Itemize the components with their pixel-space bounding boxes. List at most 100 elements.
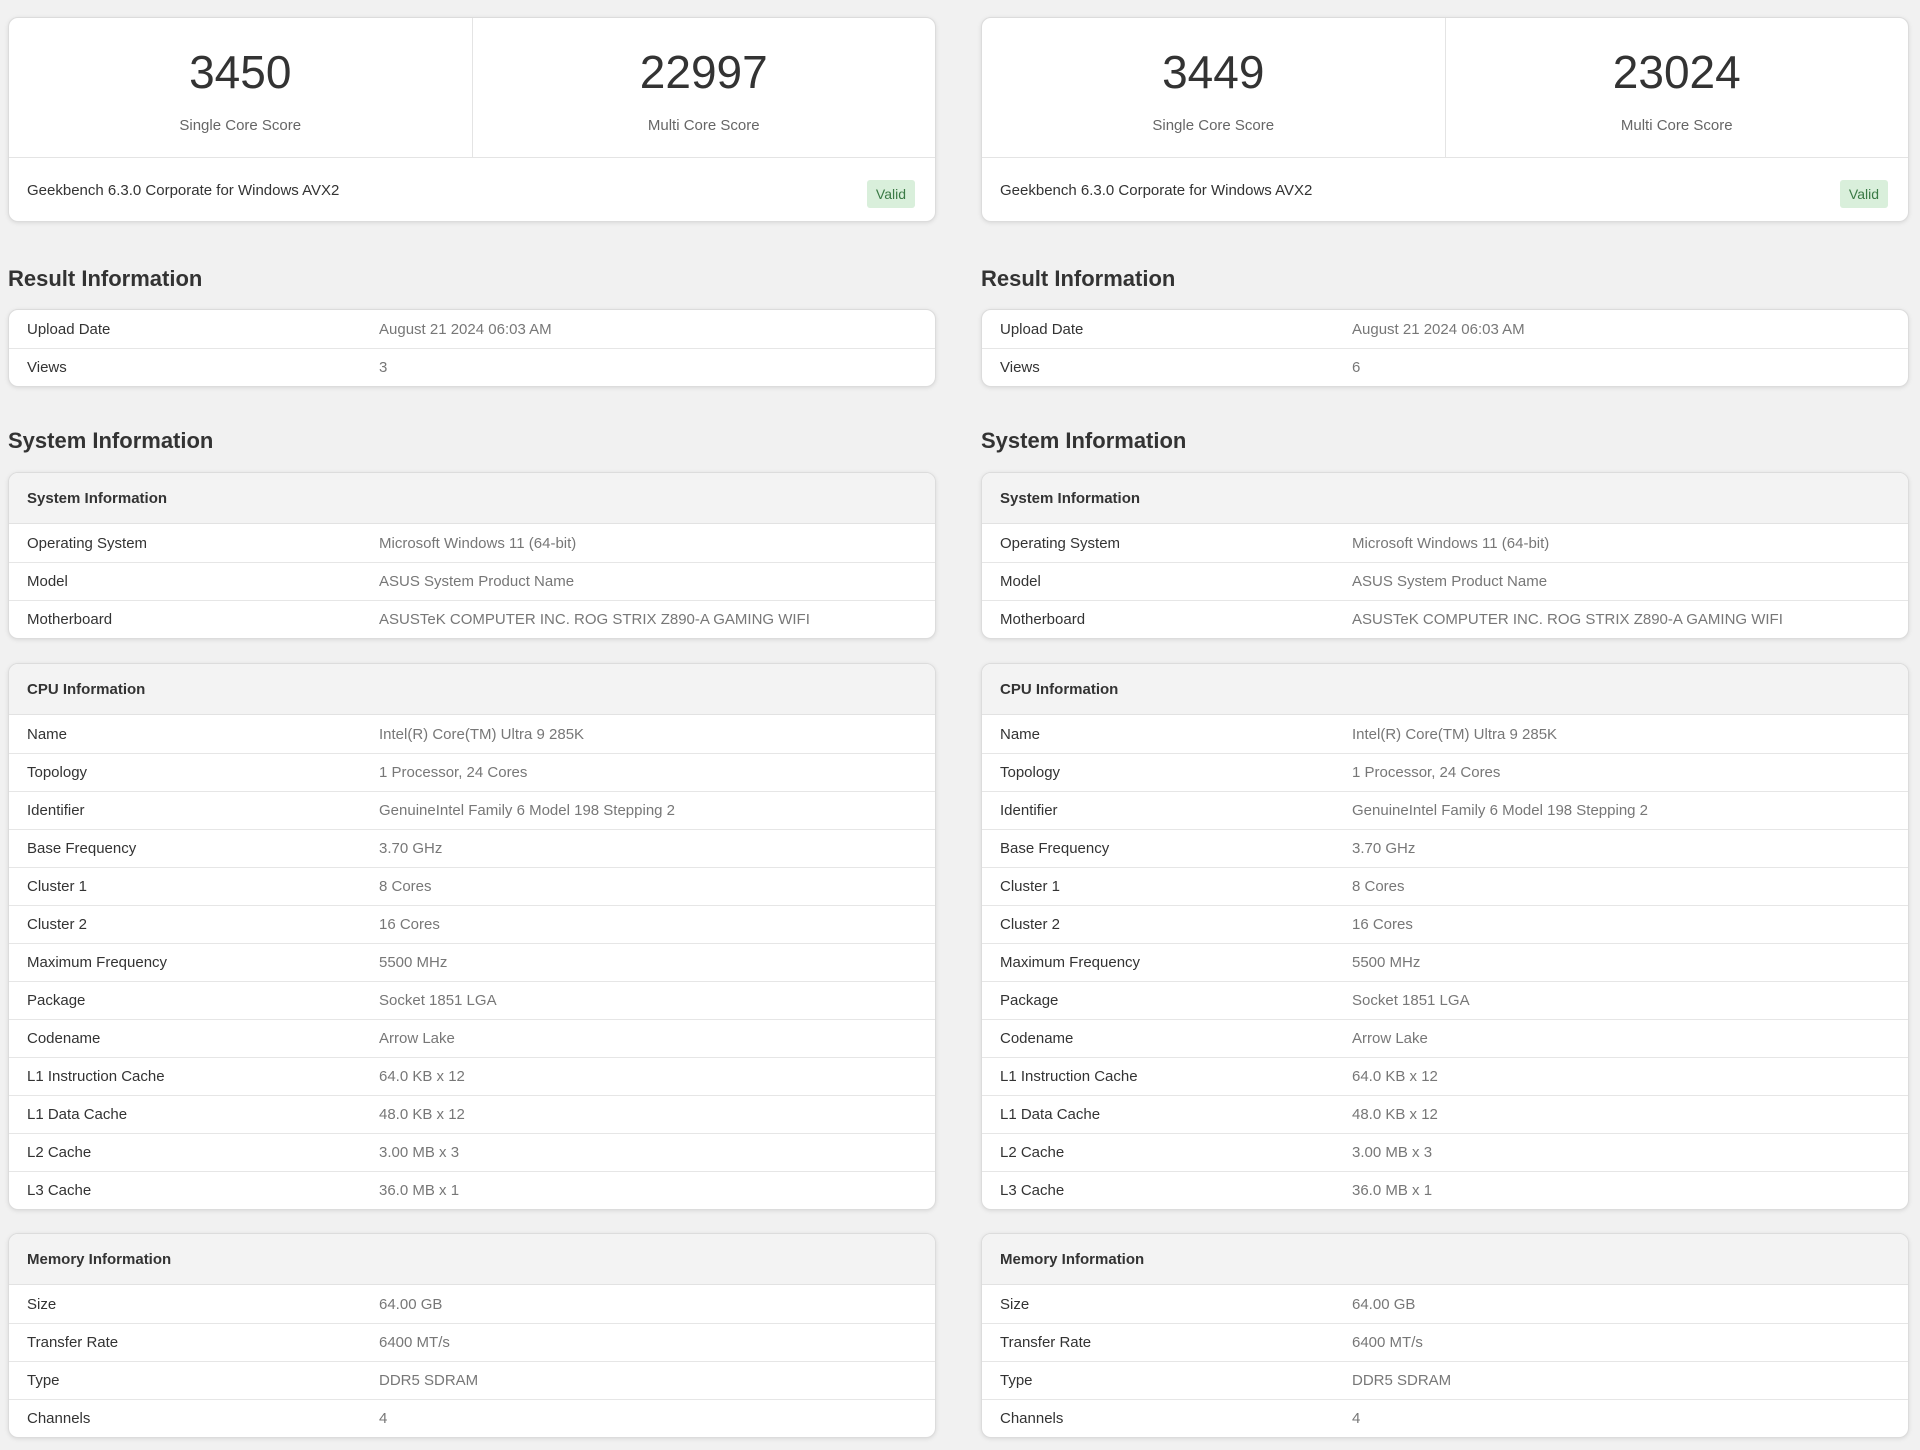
row-value: 4 — [379, 1410, 388, 1427]
row-value: 5500 MHz — [379, 954, 448, 971]
row-key: L1 Data Cache — [1000, 1106, 1101, 1123]
row-value: Arrow Lake — [1352, 1030, 1428, 1047]
system-information-heading: System Information — [8, 428, 214, 453]
row-value: 64.00 GB — [379, 1295, 443, 1313]
row-value: DDR5 SDRAM — [1352, 1372, 1452, 1389]
row-value: Socket 1851 LGA — [379, 992, 497, 1009]
row-value: August 21 2024 06:03 AM — [379, 320, 552, 338]
row-key: Maximum Frequency — [1000, 954, 1141, 971]
result-information-heading: Result Information — [981, 266, 1176, 291]
row-value: 8 Cores — [379, 878, 432, 895]
table-row: Size 64.00 GB — [9, 1285, 935, 1323]
result-information-card: Upload Date August 21 2024 06:03 AM Views 3 — [8, 309, 936, 387]
row-value: 3.00 MB x 3 — [1352, 1144, 1433, 1161]
row-key: Upload Date — [27, 320, 111, 338]
table-row: L3 Cache 36.0 MB x 1 — [9, 1171, 935, 1209]
table-row: Channels 4 — [982, 1399, 1908, 1437]
valid-badge: Valid — [866, 180, 915, 208]
row-key: Motherboard — [1000, 611, 1086, 628]
table-row: Size 64.00 GB — [982, 1285, 1908, 1323]
row-value: 1 Processor, 24 Cores — [379, 764, 528, 781]
row-value: DDR5 SDRAM — [379, 1372, 479, 1389]
row-key: Upload Date — [1000, 320, 1084, 338]
multi-core-score-value: 22997 — [639, 46, 768, 98]
table-row: Codename Arrow Lake — [9, 1019, 935, 1057]
row-key: L1 Data Cache — [27, 1106, 128, 1123]
row-key: L1 Instruction Cache — [1000, 1068, 1138, 1085]
row-value: Intel(R) Core(TM) Ultra 9 285K — [1352, 725, 1558, 743]
table-row: L1 Data Cache 48.0 KB x 12 — [9, 1095, 935, 1133]
table-row: Cluster 2 16 Cores — [982, 905, 1908, 943]
row-key: Topology — [1000, 764, 1061, 781]
table-row: L1 Instruction Cache 64.0 KB x 12 — [9, 1057, 935, 1095]
table-row: Maximum Frequency 5500 MHz — [9, 943, 935, 981]
table-row: Views 6 — [982, 348, 1908, 386]
row-value: Intel(R) Core(TM) Ultra 9 285K — [379, 725, 585, 743]
row-key: Codename — [1000, 1030, 1074, 1047]
row-value: August 21 2024 06:03 AM — [1352, 320, 1525, 338]
row-value: 3.00 MB x 3 — [379, 1144, 460, 1161]
row-value: 1 Processor, 24 Cores — [1352, 764, 1501, 781]
cpu-information-card: CPU Information Name Intel(R) Core(TM) Ul… — [8, 663, 936, 1210]
row-value: 16 Cores — [379, 916, 440, 933]
system-information-card: System Information Operating System Micro… — [8, 472, 936, 639]
row-key: L3 Cache — [27, 1182, 92, 1199]
row-key: L2 Cache — [27, 1144, 92, 1161]
single-core-score-value: 3450 — [189, 46, 292, 98]
row-value: GenuineIntel Family 6 Model 198 Stepping… — [1352, 802, 1649, 819]
result-information-heading: Result Information — [8, 266, 203, 291]
row-key: Size — [1000, 1295, 1030, 1313]
row-value: ASUSTeK COMPUTER INC. ROG STRIX Z890-A G… — [379, 611, 810, 628]
row-key: Base Frequency — [27, 840, 137, 857]
row-value: ASUS System Product Name — [379, 573, 575, 590]
row-key: Base Frequency — [1000, 840, 1110, 857]
single-core-score-value: 3449 — [1162, 46, 1265, 98]
row-key: Name — [1000, 725, 1041, 743]
memory-information-card-title: Memory Information — [982, 1234, 1908, 1285]
table-row: Topology 1 Processor, 24 Cores — [9, 753, 935, 791]
result-information-rows: Upload Date August 21 2024 06:03 AM Views 3 — [9, 310, 935, 386]
row-key: Views — [27, 359, 67, 376]
row-key: Model — [27, 573, 68, 590]
row-key: Size — [27, 1295, 57, 1313]
row-key: Cluster 1 — [1000, 878, 1061, 895]
table-row: Model ASUS System Product Name — [9, 562, 935, 600]
row-value: Microsoft Windows 11 (64-bit) — [379, 534, 577, 552]
score-card: 3449 Single Core Score 23024 Multi Core … — [981, 17, 1909, 222]
single-core-score: 3450 Single Core Score — [9, 18, 472, 157]
valid-badge: Valid — [1839, 180, 1888, 208]
cpu-information-card-title: CPU Information — [9, 664, 935, 715]
cpu-information-card: CPU Information Name Intel(R) Core(TM) Ul… — [981, 663, 1909, 1210]
row-key: Operating System — [27, 534, 148, 552]
row-value: 6400 MT/s — [1352, 1334, 1423, 1351]
single-core-score-label: Single Core Score — [1152, 117, 1275, 134]
multi-core-score-label: Multi Core Score — [1620, 117, 1733, 134]
row-key: L2 Cache — [1000, 1144, 1065, 1161]
row-value: 6 — [1352, 359, 1361, 376]
row-value: 16 Cores — [1352, 916, 1413, 933]
system-information-rows: Operating System Microsoft Windows 11 (64… — [982, 524, 1908, 638]
multi-core-score: 23024 Multi Core Score — [1444, 18, 1909, 157]
cpu-information-rows: Name Intel(R) Core(TM) Ultra 9 285K Topolo… — [9, 715, 935, 1209]
multi-core-score-label: Multi Core Score — [647, 117, 760, 134]
table-row: Cluster 1 8 Cores — [9, 867, 935, 905]
system-information-card: System Information Operating System Micro… — [981, 472, 1909, 639]
memory-information-card: Memory Information Size 64.00 GB Transfer … — [981, 1233, 1909, 1438]
cpu-information-card-title: CPU Information — [982, 664, 1908, 715]
row-value: 36.0 MB x 1 — [1352, 1182, 1433, 1199]
single-core-score-label: Single Core Score — [179, 117, 302, 134]
table-row: Motherboard ASUSTeK COMPUTER INC. ROG STR… — [982, 600, 1908, 638]
row-value: Socket 1851 LGA — [1352, 992, 1470, 1009]
table-row: Operating System Microsoft Windows 11 (64… — [9, 524, 935, 562]
memory-information-rows: Size 64.00 GB Transfer Rate 6400 MT/s Type DD… — [9, 1285, 935, 1437]
table-row: L3 Cache 36.0 MB x 1 — [982, 1171, 1908, 1209]
system-information-card-title: System Information — [9, 473, 935, 524]
table-row: Upload Date August 21 2024 06:03 AM — [982, 310, 1908, 348]
row-key: Channels — [27, 1410, 91, 1427]
table-row: Identifier GenuineIntel Family 6 Model 19… — [9, 791, 935, 829]
memory-information-rows: Size 64.00 GB Transfer Rate 6400 MT/s Type DD… — [982, 1285, 1908, 1437]
scores: 3449 Single Core Score 23024 Multi Core … — [982, 18, 1908, 158]
row-value: 3.70 GHz — [379, 840, 443, 857]
row-value: ASUS System Product Name — [1352, 573, 1548, 590]
row-value: Arrow Lake — [379, 1030, 455, 1047]
